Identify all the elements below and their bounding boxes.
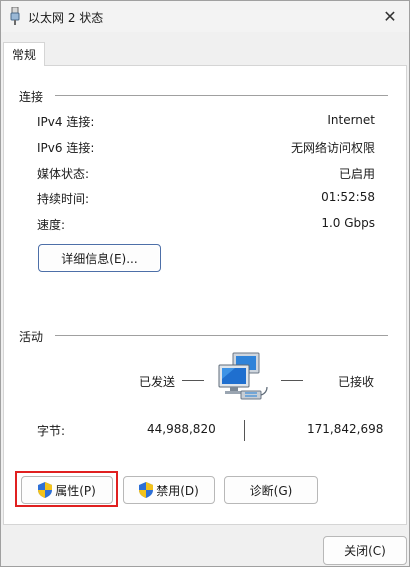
received-dash xyxy=(281,380,303,381)
bytes-received-value: 171,842,698 xyxy=(307,422,384,436)
ipv4-label: IPv4 连接: xyxy=(37,115,95,129)
connection-group-line xyxy=(55,95,388,96)
title-bar: 以太网 2 状态 ✕ xyxy=(1,1,409,32)
status-dialog: 以太网 2 状态 ✕ 常规 连接 IPv4 连接: Internet IPv6 … xyxy=(0,0,410,567)
uac-shield-icon xyxy=(38,482,53,498)
activity-group-title: 活动 xyxy=(19,328,44,345)
diagnose-button[interactable]: 诊断(G) xyxy=(224,476,318,504)
bytes-sent-value: 44,988,820 xyxy=(147,422,216,436)
speed-label: 速度: xyxy=(37,218,66,232)
details-button[interactable]: 详细信息(E)... xyxy=(38,244,161,272)
duration-label: 持续时间: xyxy=(37,192,90,206)
media-state-value: 已启用 xyxy=(338,167,375,181)
sent-dash xyxy=(182,380,204,381)
media-state-label: 媒体状态: xyxy=(37,167,90,181)
uac-shield-icon xyxy=(139,482,154,498)
ipv4-value: Internet xyxy=(327,113,375,127)
speed-value: 1.0 Gbps xyxy=(321,216,375,230)
properties-button[interactable]: 属性(P) xyxy=(21,476,113,504)
ipv6-label: IPv6 连接: xyxy=(37,141,95,155)
bytes-separator xyxy=(244,420,245,441)
duration-value: 01:52:58 xyxy=(321,190,375,204)
received-label: 已接收 xyxy=(338,375,375,389)
bytes-label: 字节: xyxy=(37,424,66,438)
tab-panel-general xyxy=(3,65,407,525)
network-computers-icon xyxy=(218,352,268,400)
disable-button-label: 禁用(D) xyxy=(156,483,199,498)
ipv6-value: 无网络访问权限 xyxy=(290,141,375,155)
properties-button-label: 属性(P) xyxy=(55,483,96,498)
tab-general[interactable]: 常规 xyxy=(3,42,45,66)
sent-label: 已发送 xyxy=(139,375,176,389)
window-title: 以太网 2 状态 xyxy=(28,11,104,25)
disable-button[interactable]: 禁用(D) xyxy=(123,476,215,504)
title-close-icon[interactable]: ✕ xyxy=(379,5,401,27)
network-adapter-icon xyxy=(10,7,20,25)
close-button[interactable]: 关闭(C) xyxy=(323,536,407,565)
activity-group-line xyxy=(55,335,388,336)
connection-group-title: 连接 xyxy=(19,88,44,105)
